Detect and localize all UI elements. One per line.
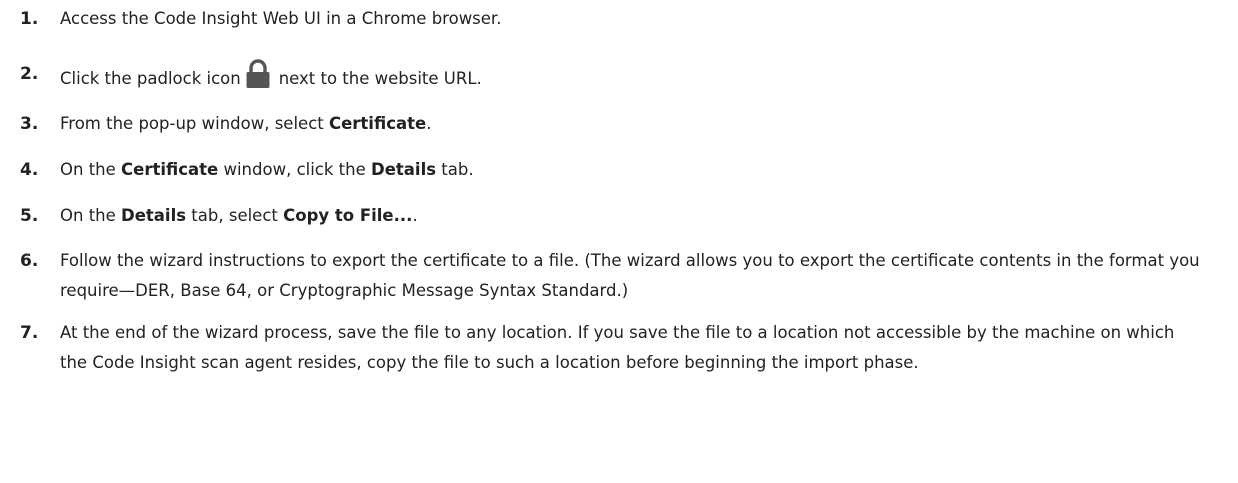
step-text-segment: window, click the: [218, 160, 372, 179]
step-text-segment: tab.: [436, 160, 474, 179]
step-text: Access the Code Insight Web UI in a Chro…: [60, 9, 502, 28]
step-text-segment: On the: [60, 160, 122, 179]
step-text-segment: From the pop-up window, select: [60, 114, 329, 133]
step-number: 2.: [20, 64, 39, 84]
step-text: At the end of the wizard process, save t…: [60, 323, 1175, 372]
step-number: 5.: [20, 206, 39, 226]
ui-term-certificate: Certificate: [121, 160, 219, 179]
step-text: Click the padlock icon next to the websit…: [60, 59, 1200, 94]
procedure-steps: 1. Access the Code Insight Web UI in a C…: [0, 0, 1238, 483]
step-text: From the pop-up window, select Certifica…: [60, 109, 1200, 139]
step-text: On the Certificate window, click the Det…: [60, 155, 1200, 185]
step-number: 3.: [20, 114, 39, 134]
step-number: 6.: [20, 251, 39, 271]
ui-term-copy-to-file: Copy to File...: [283, 206, 413, 225]
step-text-segment: Click the padlock icon: [60, 69, 241, 88]
step-text-segment: next to the website URL.: [278, 69, 482, 88]
ui-term-details: Details: [121, 206, 187, 225]
step-text-segment: .: [412, 206, 418, 225]
step-number: 1.: [20, 9, 39, 29]
step-number: 7.: [20, 323, 39, 343]
ui-term-certificate: Certificate: [328, 114, 427, 133]
step-text: On the Details tab, select Copy to File.…: [60, 201, 1200, 231]
step-text-segment: On the: [60, 206, 122, 225]
step-text-segment: tab, select: [186, 206, 284, 225]
padlock-icon: [245, 59, 271, 89]
step-number: 4.: [20, 160, 39, 180]
step-text-segment: .: [426, 114, 432, 133]
step-text: Follow the wizard instructions to export…: [60, 251, 1200, 300]
ui-term-details: Details: [371, 160, 437, 179]
